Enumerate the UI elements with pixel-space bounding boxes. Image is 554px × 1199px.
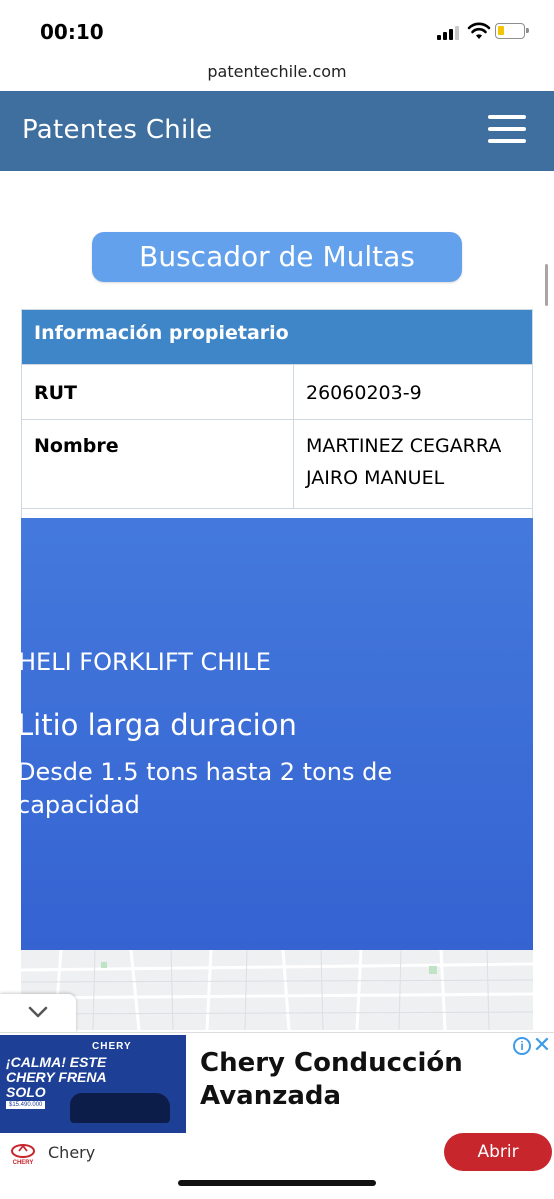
banner-title[interactable]: Chery Conducción Avanzada [200, 1047, 463, 1113]
name-label: Nombre [21, 419, 294, 509]
site-header: Patentes Chile [0, 91, 554, 171]
battery-icon [495, 23, 529, 39]
owner-info-table: Información propietario RUT 26060203-9 N… [21, 309, 533, 521]
scrollbar-thumb[interactable] [545, 264, 548, 306]
advertiser-name: Chery [48, 1143, 96, 1162]
wifi-icon [467, 22, 491, 39]
ad-description: Desde 1.5 tons hasta 2 tons de capacidad [21, 758, 393, 819]
cellular-signal-icon [437, 26, 461, 40]
rut-value: 26060203-9 [293, 364, 533, 420]
banner-title-line1: Chery Conducción [200, 1048, 463, 1078]
table-row: Nombre MARTINEZ CEGARRA JAIRO MANUEL [21, 419, 533, 509]
svg-text:CHERY: CHERY [13, 1160, 34, 1165]
ad-brand: HELI FORKLIFT CHILE [21, 648, 271, 676]
status-bar: 00:10 [0, 0, 554, 62]
forklift-ad[interactable]: HELI FORKLIFT CHILE Litio larga duracion… [21, 518, 533, 950]
bottom-banner-ad[interactable]: CHERY ¡CALMA! ESTE CHERY FRENA SOLO $15.… [0, 1032, 554, 1173]
banner-collapse-button[interactable] [0, 994, 76, 1034]
map-image [21, 950, 533, 1030]
status-time: 00:10 [40, 20, 104, 44]
chery-logo-icon: CHERY [11, 1144, 35, 1165]
name-value-line1: MARTINEZ CEGARRA [306, 435, 502, 457]
rut-label: RUT [21, 364, 294, 420]
name-value: MARTINEZ CEGARRA JAIRO MANUEL [293, 419, 533, 509]
banner-ad-image[interactable]: CHERY ¡CALMA! ESTE CHERY FRENA SOLO $15.… [0, 1035, 186, 1133]
chevron-down-icon [28, 1006, 48, 1018]
hamburger-menu-icon[interactable] [488, 114, 528, 144]
home-indicator[interactable] [178, 1180, 376, 1186]
info-icon[interactable]: i [513, 1037, 531, 1055]
banner-image-price: $15.490.000 [6, 1101, 46, 1109]
search-fines-button[interactable]: Buscador de Multas [92, 232, 462, 282]
banner-image-brand: CHERY [92, 1041, 132, 1052]
name-value-line2: JAIRO MANUEL [306, 467, 445, 489]
ad-headline: Litio larga duracion [21, 708, 297, 742]
browser-url[interactable]: patentechile.com [0, 62, 554, 90]
table-row: RUT 26060203-9 [21, 364, 533, 420]
site-title[interactable]: Patentes Chile [22, 115, 212, 145]
owner-table-heading: Información propietario [21, 309, 533, 365]
open-button[interactable]: Abrir [444, 1133, 552, 1171]
banner-title-line2: Avanzada [200, 1081, 342, 1111]
car-image [70, 1093, 170, 1123]
close-icon[interactable]: ✕ [532, 1034, 552, 1056]
